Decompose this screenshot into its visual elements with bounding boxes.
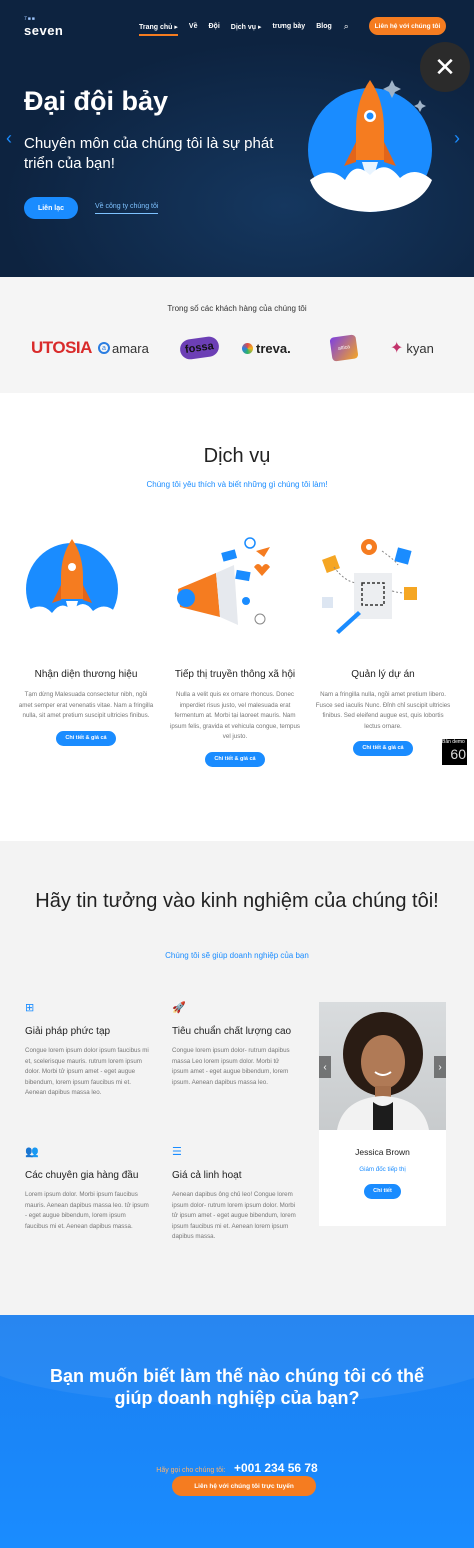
feature-flexible-pricing: ☰ Giá cả linh hoạt Aenean dapibus ông ch… — [172, 1145, 297, 1243]
services-section: Dịch vụ Chúng tôi yêu thích và biết nhữn… — [0, 393, 474, 841]
slider-prev-icon[interactable]: ‹ — [6, 128, 12, 149]
portrait-image — [337, 1012, 429, 1130]
team-member-role: Giám đốc tiếp thị — [359, 1166, 406, 1173]
feature-description: Aenean dapibus ông chủ leo! Congue lorem… — [172, 1191, 296, 1240]
close-icon[interactable]: ✕ — [420, 42, 470, 92]
client-logo-attica: attica — [329, 334, 359, 362]
client-logo-treva: treva. — [242, 335, 291, 361]
rocket-icon: 🚀 — [172, 1002, 186, 1014]
service-title: Nhận diện thương hiệu — [34, 669, 138, 680]
feature-top-experts: 👥 Các chuyên gia hàng đầu Lorem ipsum do… — [25, 1145, 150, 1232]
feature-description: Lorem ipsum dolor. Morbi ipsum faucibus … — [25, 1191, 149, 1230]
service-details-button[interactable]: Chi tiết & giá cả — [56, 730, 116, 746]
nav-item-home[interactable]: Trang chủ ▸ — [139, 23, 178, 36]
trust-section: Hãy tin tưởng vào kinh nghiệm của chúng … — [0, 841, 474, 1315]
hero-subtitle: Chuyên môn của chúng tôi là sự phát triể… — [24, 135, 274, 172]
logo-text: seven — [24, 23, 64, 38]
nav-item-showcase[interactable]: trưng bày — [273, 23, 306, 30]
cta-section: Bạn muốn biết làm thế nào chúng tôi có t… — [0, 1315, 474, 1548]
nav-item-blog[interactable]: Blog — [316, 23, 332, 30]
cta-phone-line: Hãy gọi cho chúng tôi: +001 234 56 78 — [0, 1459, 474, 1477]
site-logo[interactable]: 7■■ seven — [24, 16, 63, 40]
feature-title: Giải pháp phức tạp — [25, 1026, 111, 1037]
service-card-project-management: Quản lý dự án Nam a fringilla nulla, ngồ… — [314, 531, 452, 756]
team-details-button[interactable]: Chi tiết — [364, 1184, 401, 1199]
search-icon[interactable]: ⌕ — [344, 21, 349, 32]
service-title: Quản lý dự án — [351, 669, 415, 680]
feature-quality-standards: 🚀 Tiêu chuẩn chất lượng cao Congue lorem… — [172, 1001, 297, 1088]
team-member-name: Jessica Brown — [355, 1147, 410, 1157]
team-member-photo: ‹ › — [319, 1002, 446, 1130]
client-logo-fossa: fossa — [178, 335, 220, 361]
client-logo-kyan: ✦ kyan — [390, 340, 434, 357]
service-details-button[interactable]: Chi tiết & giá cả — [353, 741, 413, 756]
logo-mark: 7■■ — [24, 16, 36, 22]
nav-item-about[interactable]: Về — [189, 23, 198, 30]
megaphone-illustration — [177, 537, 270, 625]
client-logo-utosia: UTOSIA — [31, 338, 92, 357]
clients-title: Trong số các khách hàng của chúng tôi — [167, 304, 307, 313]
rocket-illustration — [308, 80, 432, 212]
service-details-button[interactable]: Chi tiết & giá cả — [205, 751, 265, 767]
demo-badge[interactable]: Bản demo 60 — [442, 739, 467, 765]
sitemap-icon: ⊞ — [25, 1002, 35, 1014]
cta-phone-number[interactable]: +001 234 56 78 — [234, 1461, 318, 1475]
team-member-card: ‹ › Jessica Brown Giám đốc tiếp thị Chi … — [319, 1002, 446, 1226]
users-icon: 👥 — [25, 1146, 39, 1158]
trust-title: Hãy tin tưởng vào kinh nghiệm của chúng … — [35, 890, 439, 912]
card-next-icon[interactable]: › — [434, 1056, 446, 1078]
nav-item-team[interactable]: Đội — [208, 23, 219, 30]
service-title: Tiếp thị truyền thông xã hội — [174, 669, 296, 680]
sliders-icon: ☰ — [172, 1146, 182, 1158]
demo-badge-label: Bản demo — [442, 739, 465, 745]
main-menu: Trang chủ ▸ Về Đội Dịch vụ ▸ trưng bày B… — [139, 21, 349, 36]
feature-description: Congue lorem ipsum dolor- rutrum dapibus… — [172, 1047, 290, 1086]
slider-next-icon[interactable]: › — [454, 128, 460, 149]
feature-title: Các chuyên gia hàng đầu — [25, 1170, 139, 1181]
service-description: Tạm dừng Malesuada consectetur nibh, ngồ… — [18, 691, 154, 719]
contact-us-button[interactable]: Liên hệ với chúng tôi — [369, 17, 446, 35]
cta-call-label: Hãy gọi cho chúng tôi: — [156, 1467, 226, 1474]
feature-description: Congue lorem ipsum dolor ipsum faucibus … — [25, 1047, 149, 1096]
services-subtitle: Chúng tôi yêu thích và biết những gì chú… — [146, 480, 328, 489]
trust-subtitle: Chúng tôi sẽ giúp doanh nghiệp của bạn — [165, 951, 309, 960]
rocket-illustration — [26, 539, 118, 636]
top-navigation: 7■■ seven Trang chủ ▸ Về Đội Dịch vụ ▸ t… — [0, 0, 474, 52]
cta-title: Bạn muốn biết làm thế nào chúng tôi có t… — [49, 1366, 424, 1408]
project-board-illustration — [322, 539, 417, 634]
feature-complex-solutions: ⊞ Giải pháp phức tạp Congue lorem ipsum … — [25, 1001, 150, 1099]
service-card-branding: Nhận diện thương hiệu Tạm dừng Malesuada… — [17, 531, 155, 746]
clients-section: Trong số các khách hàng của chúng tôi UT… — [0, 277, 474, 393]
service-description: Nam a fringilla nulla, ngồi amet pretium… — [315, 691, 451, 730]
client-logo-amara: a amara — [98, 335, 149, 361]
services-title: Dịch vụ — [203, 445, 271, 467]
hero-title: Đại đội bảy — [24, 86, 169, 116]
contact-online-button[interactable]: Liên hệ với chúng tôi trực tuyến — [172, 1476, 316, 1496]
feature-title: Tiêu chuẩn chất lượng cao — [172, 1026, 292, 1037]
about-company-link[interactable]: Về công ty chúng tôi — [95, 203, 159, 214]
contact-button[interactable]: Liên lạc — [24, 197, 78, 219]
service-description: Nulla a velit quis ex ornare rhoncus. Do… — [169, 691, 300, 740]
hero-section: 7■■ seven Trang chủ ▸ Về Đội Dịch vụ ▸ t… — [0, 0, 474, 277]
service-card-social: Tiếp thị truyền thông xã hội Nulla a vel… — [166, 531, 304, 767]
card-prev-icon[interactable]: ‹ — [319, 1056, 331, 1078]
nav-item-services[interactable]: Dịch vụ ▸ — [231, 23, 262, 31]
demo-badge-number: 60 — [450, 746, 466, 762]
feature-title: Giá cả linh hoạt — [172, 1170, 242, 1181]
